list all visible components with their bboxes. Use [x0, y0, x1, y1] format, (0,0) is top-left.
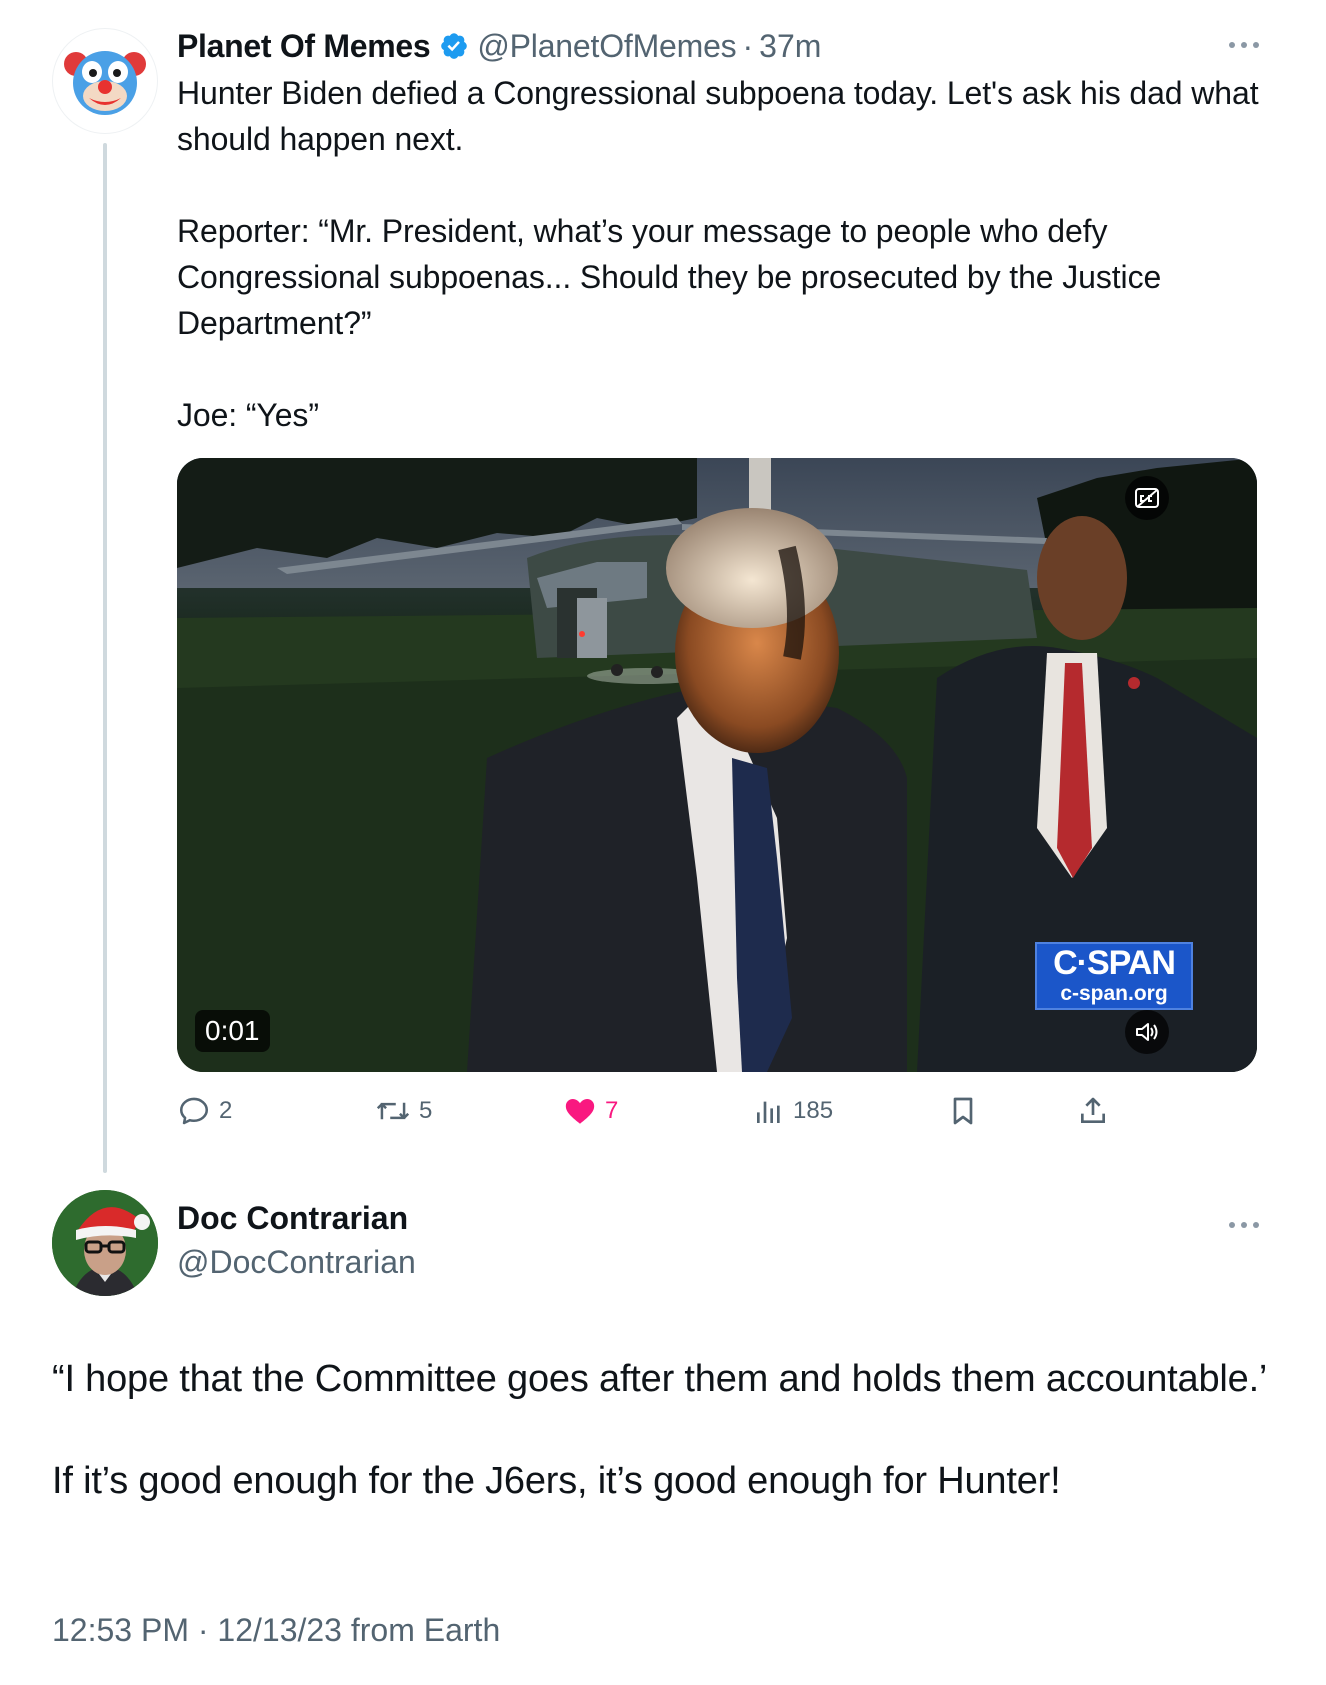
planet-of-memes-avatar[interactable]: [52, 28, 158, 134]
author-display-name[interactable]: Planet Of Memes: [177, 28, 431, 65]
bookmark-icon: [953, 1097, 973, 1125]
cspan-watermark-logo: C·SPAN c-span.org: [1035, 942, 1193, 1010]
thread-connector-line: [103, 143, 107, 1173]
cspan-logo-url: c-span.org: [1060, 982, 1168, 1005]
reply-tweet-text: “I hope that the Committee goes after th…: [52, 1354, 1272, 1506]
tweet-paragraph: Joe: “Yes”: [177, 397, 319, 433]
tweet-timestamp[interactable]: 12:53 PM · 12/13/23 from Earth: [52, 1612, 500, 1649]
like-count: 7: [605, 1097, 619, 1124]
tweet-paragraph: “I hope that the Committee goes after th…: [52, 1358, 1268, 1400]
doc-contrarian-avatar[interactable]: [52, 1190, 158, 1296]
verified-badge-icon[interactable]: [439, 31, 469, 61]
views-button[interactable]: 185: [753, 1090, 833, 1132]
reply-author-display-name[interactable]: Doc Contrarian: [177, 1200, 408, 1237]
tweet-paragraph: Reporter: “Mr. President, what’s your me…: [177, 213, 1162, 341]
reply-button[interactable]: 2: [177, 1090, 232, 1132]
repost-icon: [376, 1102, 410, 1120]
more-options-icon[interactable]: [1224, 30, 1264, 60]
video-timestamp: 0:01: [195, 1010, 270, 1052]
author-handle[interactable]: @PlanetOfMemes: [477, 28, 736, 65]
mute-toggle-icon[interactable]: [1125, 1010, 1169, 1054]
share-icon: [1081, 1097, 1105, 1123]
reply-count: 2: [219, 1097, 233, 1124]
repost-button[interactable]: 5: [375, 1090, 432, 1132]
heart-filled-icon: [565, 1098, 595, 1124]
like-button[interactable]: 7: [563, 1090, 618, 1132]
captions-icon[interactable]: [1125, 476, 1169, 520]
santa-hat-avatar-icon: [52, 1190, 158, 1296]
video-player[interactable]: C·SPAN c-span.org 0:01: [177, 458, 1257, 1072]
views-chart-icon: [757, 1101, 780, 1123]
reply-icon: [179, 1097, 209, 1125]
cspan-logo-text: C·SPAN: [1053, 944, 1176, 982]
bookmark-button[interactable]: [947, 1090, 979, 1132]
share-button[interactable]: [1077, 1090, 1109, 1132]
parent-tweet-text: Hunter Biden defied a Congressional subp…: [177, 70, 1267, 438]
tweet-paragraph: Hunter Biden defied a Congressional subp…: [177, 75, 1259, 157]
clown-face-icon: [64, 51, 146, 115]
tweet-paragraph: If it’s good enough for the J6ers, it’s …: [52, 1460, 1061, 1502]
tweet-action-bar: 2 5 7 185: [177, 1090, 1277, 1132]
header-separator: ·: [742, 27, 754, 64]
more-options-icon[interactable]: [1224, 1210, 1264, 1240]
views-count: 185: [793, 1097, 834, 1124]
repost-count: 5: [419, 1097, 433, 1124]
tweet-time-ago[interactable]: 37m: [759, 28, 821, 65]
reply-author-handle[interactable]: @DocContrarian: [177, 1244, 416, 1281]
parent-tweet-header: Planet Of Memes @PlanetOfMemes · 37m: [177, 24, 821, 68]
